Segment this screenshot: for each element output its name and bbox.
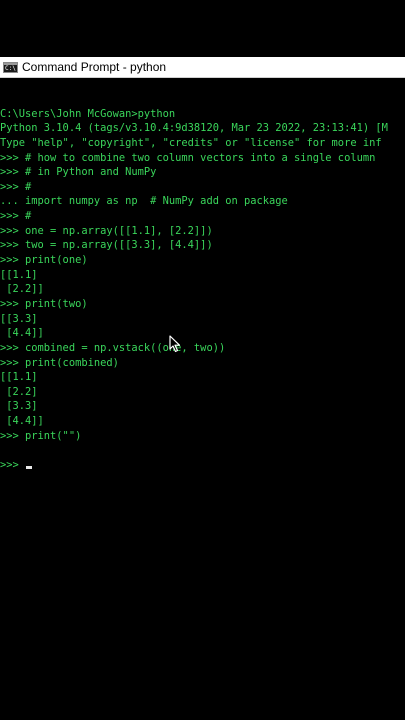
console-line: [[1.1] <box>0 371 38 384</box>
prompt-line[interactable]: >>> <box>0 458 405 472</box>
window-title: Command Prompt - python <box>22 60 167 74</box>
screen: C:\ Command Prompt - python C:\Users\Joh… <box>0 0 405 720</box>
console-line: [[1.1] <box>0 268 38 281</box>
console-line: >>> one = np.array([[1.1], [2.2]]) <box>0 224 213 237</box>
mouse-pointer-icon <box>169 335 181 353</box>
console-line: C:\Users\John McGowan>python <box>0 107 176 120</box>
console-line: >>> # <box>0 210 32 223</box>
console-line: Python 3.10.4 (tags/v3.10.4:9d38120, Mar… <box>0 122 388 135</box>
console-line: >>> print(two) <box>0 297 88 310</box>
console-line: >>> # <box>0 180 32 193</box>
console-line: [2.2]] <box>0 283 44 296</box>
text-cursor <box>26 466 33 470</box>
window-titlebar[interactable]: C:\ Command Prompt - python <box>0 57 405 78</box>
console-line: >>> print(one) <box>0 254 88 267</box>
console-line: >>> # how to combine two column vectors … <box>0 151 376 164</box>
console-line: [4.4]] <box>0 327 44 340</box>
command-prompt-icon: C:\ <box>3 61 18 73</box>
console-line: >>> two = np.array([[3.3], [4.4]]) <box>0 239 213 252</box>
console-line: [2.2] <box>0 385 38 398</box>
command-prompt-icon-glyph: C:\ <box>5 64 16 72</box>
console-output[interactable]: C:\Users\John McGowan>python Python 3.10… <box>0 92 405 472</box>
prompt-text: >>> <box>0 459 26 472</box>
console-line: Type "help", "copyright", "credits" or "… <box>0 136 382 149</box>
console-line: [4.4]] <box>0 415 44 428</box>
console-line: ... import numpy as np # NumPy add on pa… <box>0 195 288 208</box>
console-line: >>> # in Python and NumPy <box>0 166 157 179</box>
console-line: [[3.3] <box>0 312 38 325</box>
console-line: >>> print(combined) <box>0 356 119 369</box>
console-line: >>> print("") <box>0 429 82 442</box>
console-line: >>> combined = np.vstack((one, two)) <box>0 341 226 354</box>
console-line: [3.3] <box>0 400 38 413</box>
